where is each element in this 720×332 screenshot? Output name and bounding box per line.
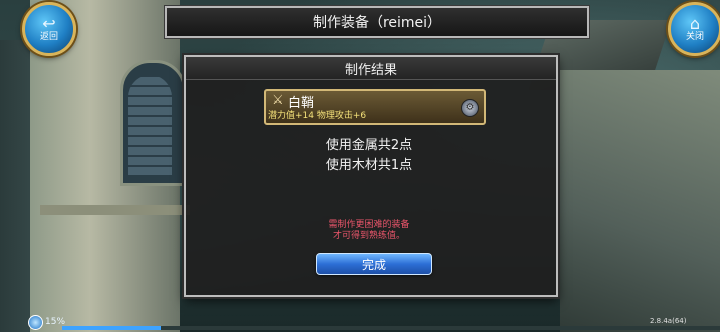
proficiency-note-line-1: 需制作更困难的装备 [328, 220, 410, 230]
close-button[interactable]: ⌂ 关闭 [668, 2, 720, 56]
back-arrow-icon: ↩ [42, 13, 56, 33]
crafted-item-card[interactable]: ⚔ 白鞘 潜力值+14 物理攻击+6 ⚙ [264, 89, 486, 125]
balcony-rail [40, 205, 190, 215]
dialog-header: 制作结果 [186, 57, 556, 80]
window-lattice [128, 75, 172, 175]
background-building-right [560, 70, 720, 332]
version-text: 2.8.4a(64) [650, 317, 687, 325]
metal-usage-text: 使用金属共2点 [325, 138, 413, 153]
done-button-label: 完成 [361, 257, 386, 272]
wood-usage-text: 使用木材共1点 [325, 158, 413, 173]
craft-result-dialog: 制作结果 ⚔ 白鞘 潜力值+14 物理攻击+6 ⚙ 使用金属共2点 使用木材共1… [184, 55, 558, 297]
done-button[interactable]: 完成 [316, 253, 432, 275]
page-title-bar: 制作装备（reimei） [165, 6, 589, 38]
scabbard-icon: ⚔ [272, 93, 284, 108]
back-button[interactable]: ↩ 返回 [22, 2, 76, 56]
close-button-label: 关闭 [685, 31, 704, 42]
gear-icon: ⚙ [461, 99, 479, 117]
progress-fill [62, 326, 161, 330]
item-stats: 潜力值+14 物理攻击+6 [268, 111, 367, 121]
home-icon: ⌂ [689, 13, 701, 33]
battery-icon [28, 315, 43, 330]
progress-track [62, 326, 720, 330]
proficiency-note-line-2: 才可得到熟练值。 [332, 231, 405, 241]
page-title: 制作装备（reimei） [312, 15, 442, 31]
back-button-label: 返回 [39, 31, 58, 42]
dialog-title: 制作结果 [344, 62, 397, 78]
